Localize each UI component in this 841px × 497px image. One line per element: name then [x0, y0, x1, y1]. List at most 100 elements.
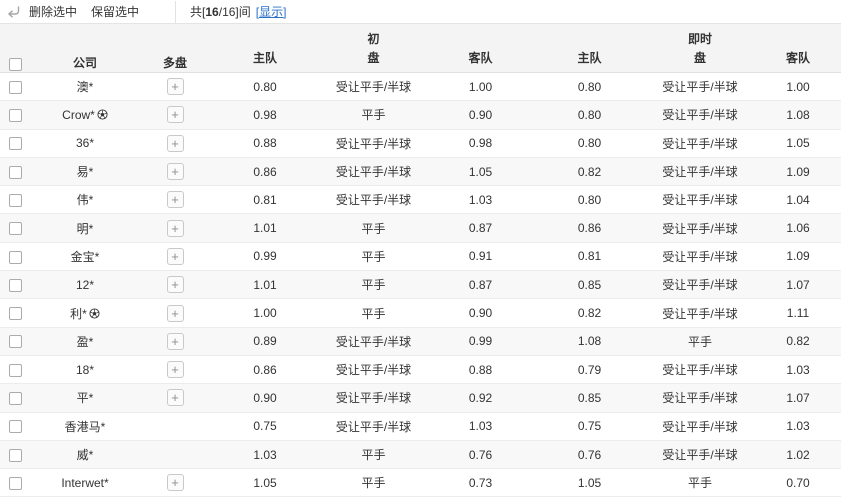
odds-cell-live-away: 0.70 [755, 469, 841, 497]
row-checkbox[interactable] [9, 251, 22, 264]
row-checkbox[interactable] [9, 166, 22, 179]
company-label: 利* [70, 307, 87, 321]
col-header-init-home: 主队 [210, 48, 320, 73]
header-spacer [210, 24, 320, 48]
expand-multi-button[interactable]: + [167, 276, 184, 293]
expand-multi-button[interactable]: + [167, 361, 184, 378]
row-checkbox[interactable] [9, 222, 22, 235]
company-label: 威* [77, 448, 94, 462]
handicap-cell-init: 平手 [320, 299, 427, 327]
row-checkbox[interactable] [9, 109, 22, 122]
multi-cell: + [140, 299, 210, 327]
company-cell: 平* [30, 384, 140, 412]
handicap-cell-init: 平手 [320, 101, 427, 129]
handicap-cell-init: 受让平手/半球 [320, 129, 427, 157]
delete-selected-button[interactable]: 删除选中 [29, 3, 77, 20]
row-checkbox[interactable] [9, 307, 22, 320]
row-checkbox[interactable] [9, 364, 22, 377]
select-all-cell [0, 24, 30, 73]
handicap-cell-live: 受让平手/半球 [645, 73, 755, 101]
handicap-cell-init: 平手 [320, 242, 427, 270]
plus-icon: + [171, 335, 179, 348]
odds-cell-live-home: 0.82 [534, 157, 645, 185]
row-check-cell [0, 129, 30, 157]
company-label: 伟* [77, 193, 94, 207]
expand-multi-button[interactable]: + [167, 220, 184, 237]
toolbar: 删除选中 保留选中 共[16/16]间 [显示] [0, 0, 841, 23]
handicap-cell-init: 受让平手/半球 [320, 186, 427, 214]
row-checkbox[interactable] [9, 420, 22, 433]
odds-cell-live-away: 1.06 [755, 214, 841, 242]
row-checkbox[interactable] [9, 279, 22, 292]
company-label: Crow* [62, 108, 95, 122]
header-spacer [755, 24, 841, 48]
odds-cell-live-away: 1.04 [755, 186, 841, 214]
table-row: 威* 1.03 平手 0.76 0.76 受让平手/半球 1.02 [0, 440, 841, 468]
expand-multi-button[interactable]: + [167, 106, 184, 123]
odds-cell-init-home: 0.80 [210, 73, 320, 101]
odds-cell-live-away: 1.03 [755, 355, 841, 383]
col-header-init-handicap: 盘 [320, 48, 427, 73]
multi-cell: + [140, 73, 210, 101]
row-checkbox[interactable] [9, 392, 22, 405]
row-checkbox[interactable] [9, 477, 22, 490]
plus-icon: + [171, 307, 179, 320]
expand-multi-button[interactable]: + [167, 333, 184, 350]
select-all-checkbox[interactable] [9, 58, 22, 71]
expand-multi-button[interactable]: + [167, 248, 184, 265]
odds-cell-init-home: 0.99 [210, 242, 320, 270]
table-row: 金宝* + 0.99 平手 0.91 0.81 受让平手/半球 1.09 [0, 242, 841, 270]
company-cell: 12* [30, 271, 140, 299]
handicap-cell-live: 受让平手/半球 [645, 355, 755, 383]
row-check-cell [0, 384, 30, 412]
keep-selected-button[interactable]: 保留选中 [91, 3, 139, 20]
row-check-cell [0, 214, 30, 242]
row-check-cell [0, 355, 30, 383]
odds-cell-init-home: 1.01 [210, 214, 320, 242]
odds-cell-live-away: 1.02 [755, 440, 841, 468]
handicap-cell-live: 受让平手/半球 [645, 129, 755, 157]
expand-multi-button[interactable]: + [167, 389, 184, 406]
expand-multi-button[interactable]: + [167, 305, 184, 322]
table-row: 盈* + 0.89 受让平手/半球 0.99 1.08 平手 0.82 [0, 327, 841, 355]
company-cell: 明* [30, 214, 140, 242]
header-spacer [427, 24, 534, 48]
expand-multi-button[interactable]: + [167, 474, 184, 491]
handicap-cell-live: 受让平手/半球 [645, 440, 755, 468]
company-count-summary: 共[16/16]间 [190, 3, 251, 20]
row-checkbox[interactable] [9, 137, 22, 150]
odds-cell-init-away: 1.03 [427, 186, 534, 214]
company-label: 平* [77, 391, 94, 405]
multi-cell: + [140, 384, 210, 412]
row-checkbox[interactable] [9, 449, 22, 462]
plus-icon: + [171, 476, 179, 489]
multi-cell [140, 412, 210, 440]
row-checkbox[interactable] [9, 81, 22, 94]
row-checkbox[interactable] [9, 335, 22, 348]
row-check-cell [0, 440, 30, 468]
multi-cell: + [140, 214, 210, 242]
expand-multi-button[interactable]: + [167, 135, 184, 152]
multi-cell [140, 440, 210, 468]
multi-cell: + [140, 469, 210, 497]
multi-cell: + [140, 242, 210, 270]
company-label: 36* [76, 136, 94, 150]
odds-cell-live-home: 0.76 [534, 440, 645, 468]
multi-cell: + [140, 157, 210, 185]
count-selected: 16 [205, 5, 218, 19]
expand-multi-button[interactable]: + [167, 78, 184, 95]
company-label: 12* [76, 278, 94, 292]
handicap-cell-live: 受让平手/半球 [645, 299, 755, 327]
expand-multi-button[interactable]: + [167, 191, 184, 208]
row-check-cell [0, 412, 30, 440]
expand-multi-button[interactable]: + [167, 163, 184, 180]
row-checkbox[interactable] [9, 194, 22, 207]
show-link[interactable]: [显示] [256, 3, 287, 20]
company-cell: 18* [30, 355, 140, 383]
row-check-cell [0, 73, 30, 101]
handicap-cell-init: 平手 [320, 271, 427, 299]
table-body: 澳* + 0.80 受让平手/半球 1.00 0.80 受让平手/半球 1.00… [0, 73, 841, 497]
odds-table: 公司 多盘 初 即时 主队 盘 客队 主队 盘 客队 澳* + 0.80 受让平… [0, 23, 841, 497]
odds-cell-init-away: 0.91 [427, 242, 534, 270]
odds-cell-init-home: 0.86 [210, 157, 320, 185]
